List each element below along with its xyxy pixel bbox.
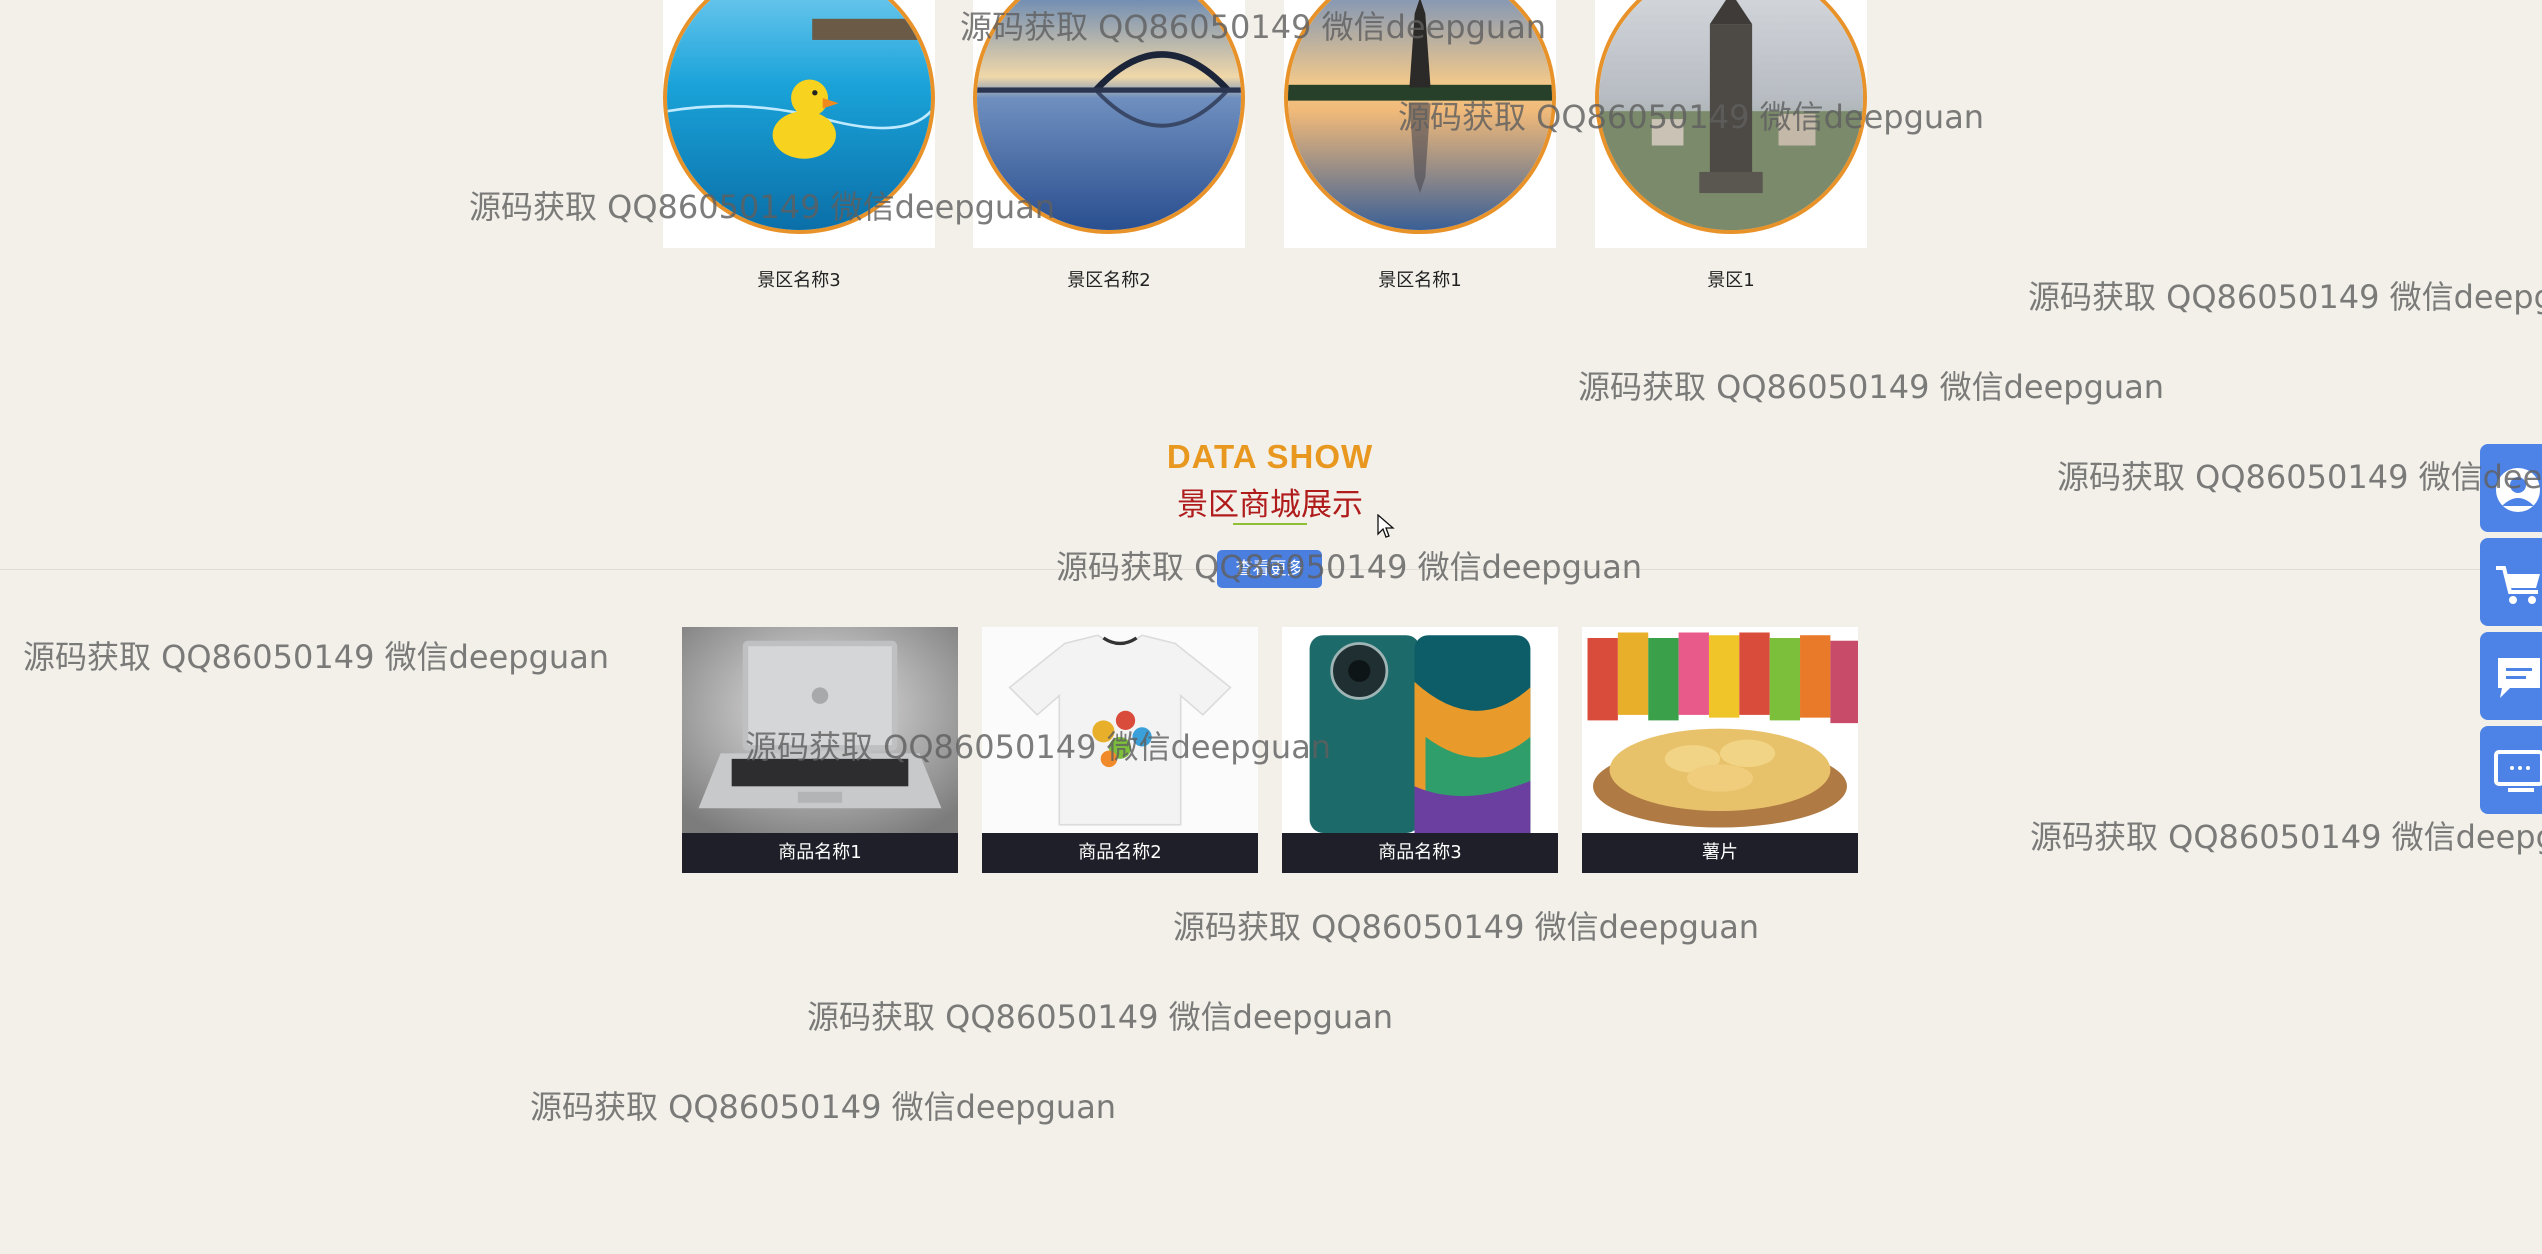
- pagoda-lake-photo: [1284, 0, 1556, 234]
- side-cart-button[interactable]: [2480, 538, 2542, 626]
- scenic-card[interactable]: 景区1: [1595, 0, 1867, 310]
- section-title-en: DATA SHOW: [1166, 438, 1374, 475]
- watermark-text: 源码获取 QQ86050149 微信deepguan: [1056, 548, 1643, 586]
- product-card[interactable]: 商品名称1: [682, 627, 958, 873]
- product-label: 商品名称1: [682, 833, 958, 873]
- user-icon: [2496, 468, 2540, 512]
- tshirt-photo: [982, 627, 1258, 833]
- scenic-label: 景区名称3: [757, 270, 841, 291]
- message-icon: [2498, 658, 2540, 698]
- watermark-text: 源码获取 QQ86050149 微信deepguan: [1578, 368, 2165, 406]
- watermark-text: 源码获取 QQ86050149 微信deepguan: [1173, 908, 1760, 946]
- phone-photo: [1282, 627, 1558, 833]
- watermark-text: 源码获取 QQ86050149 微信deepguan: [2028, 278, 2542, 316]
- product-card[interactable]: 薯片: [1582, 627, 1858, 873]
- scenic-card[interactable]: 景区名称3: [663, 0, 935, 310]
- monitor-icon: [2494, 750, 2542, 792]
- watermark-text: 源码获取 QQ86050149 微信deepguan: [2057, 458, 2542, 496]
- scenic-label: 景区名称2: [1067, 270, 1151, 291]
- monument-city-photo: [1595, 0, 1867, 234]
- scenic-photo[interactable]: [663, 0, 935, 248]
- cart-icon: [2496, 566, 2540, 604]
- watermark-text: 源码获取 QQ86050149 微信deepguan: [23, 638, 610, 676]
- watermark-text: 源码获取 QQ86050149 微信deepguan: [530, 1088, 1117, 1126]
- product-label: 商品名称3: [1282, 833, 1558, 873]
- chips-photo: [1582, 627, 1858, 833]
- scenic-label: 景区1: [1707, 270, 1755, 291]
- product-card[interactable]: 商品名称3: [1282, 627, 1558, 873]
- side-message-button[interactable]: [2480, 632, 2542, 720]
- section-underline: [1233, 523, 1307, 525]
- scenic-photo[interactable]: [1284, 0, 1556, 248]
- scenic-card[interactable]: 景区名称1: [1284, 0, 1556, 310]
- watermark-text: 源码获取 QQ86050149 微信deepguan: [2030, 818, 2542, 856]
- mouse-cursor-icon: [1377, 514, 1395, 538]
- scenic-photo[interactable]: [973, 0, 1245, 248]
- side-monitor-button[interactable]: [2480, 726, 2542, 814]
- rubber-duck-pool-photo: [663, 0, 935, 234]
- side-toolbar: [2480, 444, 2542, 820]
- product-label: 薯片: [1582, 833, 1858, 873]
- view-more-button[interactable]: 查看更多: [1217, 550, 1322, 588]
- scenic-spot-list: 景区名称3 景区名称2 景区名称1 景区1: [663, 0, 1867, 310]
- bridge-sunset-photo: [973, 0, 1245, 234]
- watermark-text: 源码获取 QQ86050149 微信deepguan: [807, 998, 1394, 1036]
- side-user-button[interactable]: [2480, 444, 2542, 532]
- product-label: 商品名称2: [982, 833, 1258, 873]
- scenic-label: 景区名称1: [1378, 270, 1462, 291]
- scenic-photo[interactable]: [1595, 0, 1867, 248]
- laptop-photo: [682, 627, 958, 833]
- scenic-card[interactable]: 景区名称2: [973, 0, 1245, 310]
- product-card[interactable]: 商品名称2: [982, 627, 1258, 873]
